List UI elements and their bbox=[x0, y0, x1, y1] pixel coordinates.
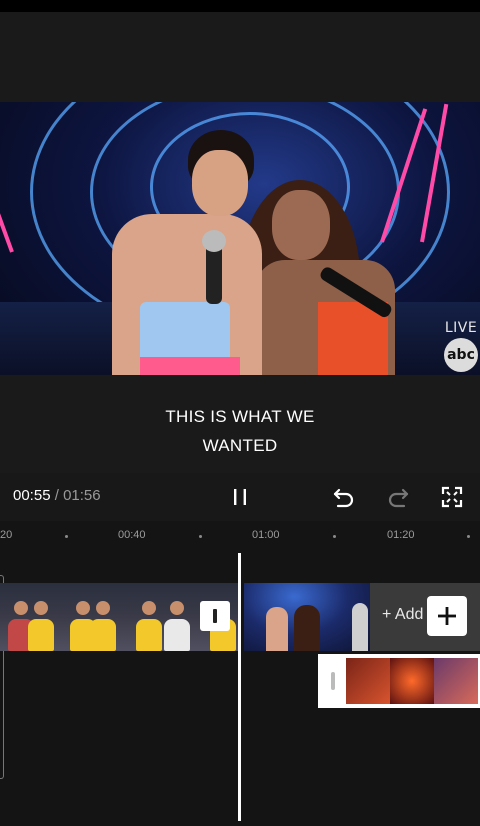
host-1-skirt bbox=[140, 357, 240, 375]
redo-button[interactable] bbox=[382, 481, 414, 513]
ruler-dot bbox=[467, 535, 470, 538]
clip-grip-icon[interactable] bbox=[331, 672, 335, 690]
time-separator: / bbox=[50, 487, 64, 504]
playhead[interactable] bbox=[238, 553, 241, 821]
stage-light bbox=[0, 110, 14, 253]
caption-text[interactable]: THIS IS WHAT WE WANTED bbox=[0, 402, 480, 460]
undo-icon bbox=[333, 488, 354, 508]
time-ruler[interactable]: 20 00:40 01:00 01:20 bbox=[0, 521, 480, 551]
video-preview[interactable]: LIVE abc bbox=[0, 102, 480, 375]
clip-thumbnail-figure bbox=[294, 605, 320, 651]
ruler-label: 00:40 bbox=[118, 529, 146, 541]
live-badge: LIVE abc bbox=[444, 320, 478, 372]
overlay-clip-thumbnails bbox=[346, 658, 478, 704]
thumbnail bbox=[390, 658, 434, 704]
live-label: LIVE bbox=[444, 320, 478, 336]
microphone-head bbox=[202, 230, 226, 252]
time-display: 00:55 / 01:56 bbox=[13, 487, 101, 504]
abc-logo: abc bbox=[444, 338, 478, 372]
video-clip-2[interactable] bbox=[244, 583, 370, 651]
caption-line-1: THIS IS WHAT WE bbox=[165, 407, 315, 426]
fullscreen-icon bbox=[441, 486, 463, 508]
top-toolbar-area bbox=[0, 12, 480, 102]
host-2-face bbox=[272, 190, 330, 260]
ruler-label: 01:20 bbox=[387, 529, 415, 541]
overlay-clip[interactable] bbox=[318, 654, 480, 708]
ruler-dot bbox=[333, 535, 336, 538]
total-time: 01:56 bbox=[63, 487, 101, 504]
thumbnail bbox=[434, 658, 478, 704]
thumbnail bbox=[346, 658, 390, 704]
ruler-dot bbox=[199, 535, 202, 538]
current-time: 00:55 bbox=[13, 487, 51, 504]
clip-thumbnail-figure bbox=[160, 599, 194, 651]
fullscreen-button[interactable] bbox=[436, 481, 468, 513]
plus-icon bbox=[438, 607, 456, 625]
clip-thumbnail-figure bbox=[352, 603, 368, 651]
clip-thumbnail-figure bbox=[266, 607, 288, 651]
clip-thumbnail-figure bbox=[86, 599, 120, 651]
status-bar bbox=[0, 0, 480, 12]
clip-thumbnail-figure bbox=[24, 599, 58, 651]
caption-line-2: WANTED bbox=[202, 436, 278, 455]
undo-button[interactable] bbox=[328, 481, 360, 513]
ruler-label: 01:00 bbox=[252, 529, 280, 541]
pause-icon bbox=[234, 489, 246, 505]
playback-controls: 00:55 / 01:56 bbox=[0, 473, 480, 521]
add-clip-button[interactable] bbox=[427, 596, 467, 636]
ruler-label: 20 bbox=[0, 529, 13, 541]
ruler-dot bbox=[65, 535, 68, 538]
clip-trim-handle[interactable] bbox=[200, 601, 230, 631]
pause-button[interactable] bbox=[224, 481, 256, 513]
host-1-face bbox=[192, 150, 248, 216]
redo-icon bbox=[388, 488, 409, 508]
